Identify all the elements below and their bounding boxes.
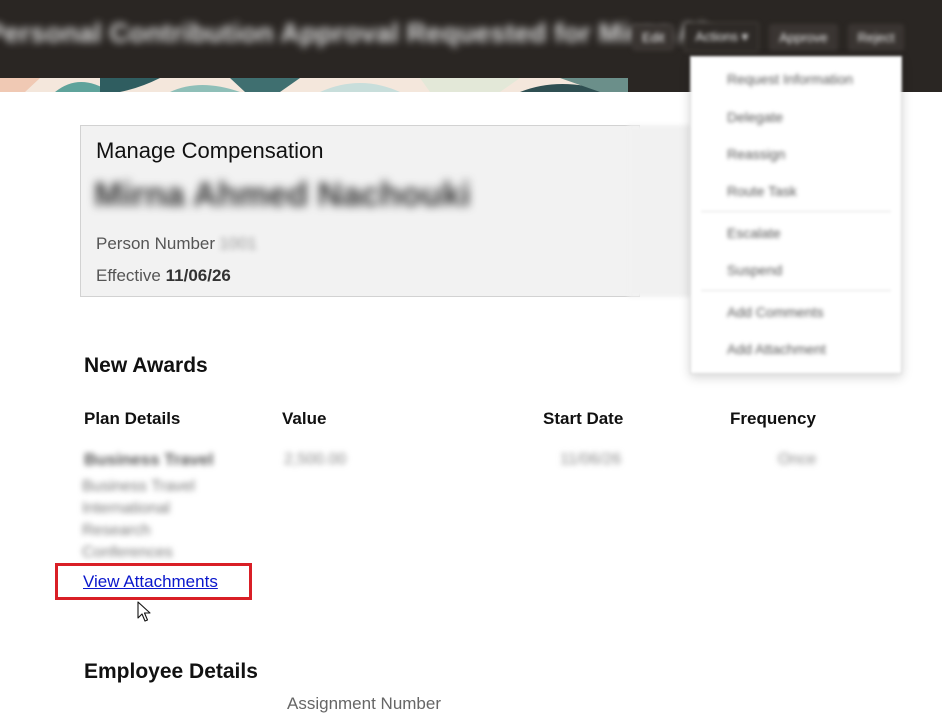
column-value: Value <box>282 409 327 428</box>
menu-item-reassign[interactable]: Reassign <box>727 146 785 162</box>
award-value: 2,500.00 <box>284 451 347 468</box>
plan-name: Business Travel <box>84 450 214 469</box>
person-number-value: 1001 <box>219 234 257 253</box>
view-attachments-link[interactable]: View Attachments <box>83 572 218 592</box>
menu-item-delegate[interactable]: Delegate <box>727 109 783 125</box>
person-number-label: Person Number <box>96 234 216 253</box>
edit-button[interactable]: Edit <box>632 23 675 51</box>
award-start-date: 11/06/26 <box>560 451 622 468</box>
card-title: Manage Compensation <box>96 138 324 163</box>
card-edge <box>628 125 698 297</box>
menu-separator <box>701 211 891 212</box>
menu-item-request-information[interactable]: Request Information <box>727 71 853 87</box>
employee-details-heading: Employee Details <box>84 660 258 683</box>
menu-item-suspend[interactable]: Suspend <box>727 262 782 278</box>
assignment-number-label: Assignment Number <box>287 694 442 713</box>
approve-button[interactable]: Approve <box>769 23 838 51</box>
award-frequency: Once <box>778 451 817 468</box>
new-awards-heading: New Awards <box>84 354 208 377</box>
actions-dropdown-menu: Request Information Delegate Reassign Ro… <box>690 56 902 374</box>
plan-description: Business Travel International Research C… <box>82 478 195 561</box>
column-start-date: Start Date <box>543 409 624 428</box>
person-number-row: Person Number 1001 <box>96 234 257 254</box>
menu-item-escalate[interactable]: Escalate <box>727 225 781 241</box>
column-frequency: Frequency <box>730 409 816 428</box>
person-name: Mirna Ahmed Nachouki <box>94 176 471 214</box>
reject-button[interactable]: Reject <box>847 23 905 51</box>
page-title: Personal Contribution Approval Requested… <box>0 18 738 48</box>
mouse-pointer-icon <box>137 601 151 622</box>
menu-item-route-task[interactable]: Route Task <box>727 183 797 199</box>
effective-row: Effective 11/06/26 <box>96 266 231 286</box>
effective-label: Effective <box>96 266 161 285</box>
effective-date: 11/06/26 <box>165 266 231 285</box>
summary-card: Manage Compensation Mirna Ahmed Nachouki… <box>80 125 640 297</box>
chevron-down-icon: ▾ <box>741 29 749 44</box>
actions-menu-button[interactable]: Actions ▾ <box>684 22 760 52</box>
column-plan-details: Plan Details <box>84 409 181 428</box>
menu-separator <box>701 290 891 291</box>
actions-label: Actions <box>695 29 739 44</box>
menu-item-add-comments[interactable]: Add Comments <box>727 304 823 320</box>
header-actions: Edit Actions ▾ Approve Reject <box>632 22 905 52</box>
menu-item-add-attachment[interactable]: Add Attachment <box>727 341 826 357</box>
